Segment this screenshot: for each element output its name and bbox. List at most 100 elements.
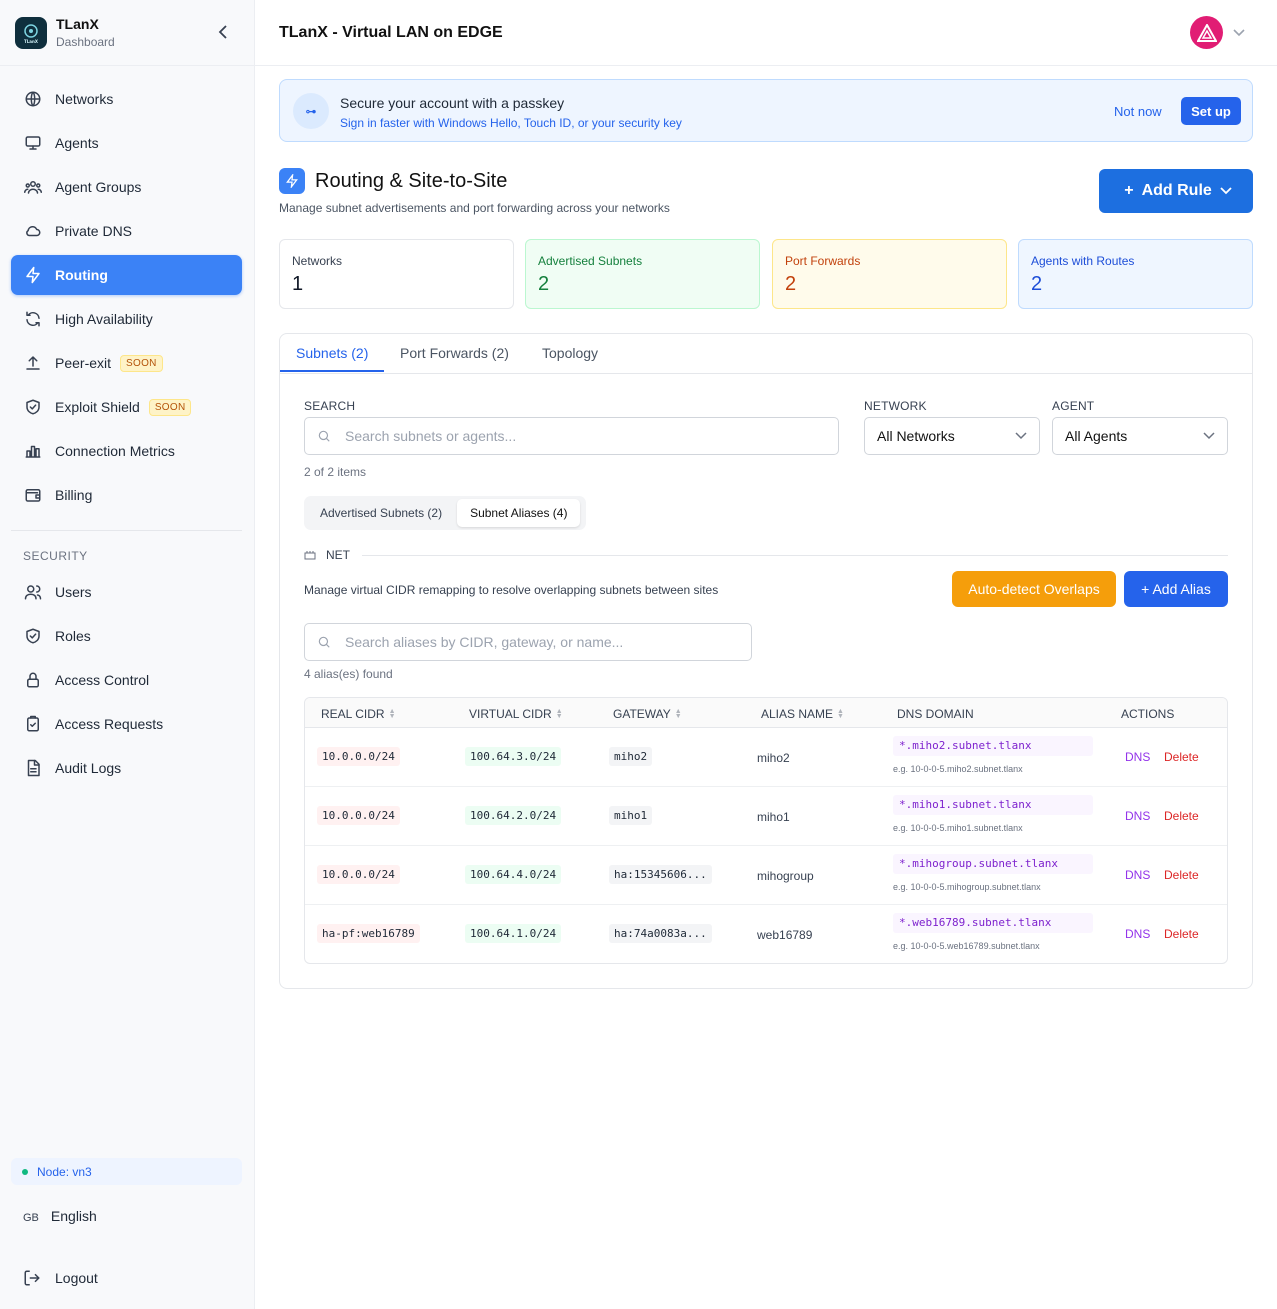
security-nav: Users Roles Access Control Access Requests A…	[11, 572, 242, 792]
dns-action-button[interactable]: DNS	[1125, 750, 1150, 764]
delete-action-button[interactable]: Delete	[1164, 868, 1199, 882]
sidebar-item-label: Audit Logs	[55, 760, 122, 776]
sidebar-item-label: Billing	[55, 487, 93, 503]
sidebar-item-agent-groups[interactable]: Agent Groups	[11, 167, 242, 207]
aliases-found-count: 4 alias(es) found	[304, 667, 393, 681]
sidebar-item-users[interactable]: Users	[11, 572, 242, 612]
agent-select[interactable]: All Agents	[1052, 417, 1228, 455]
auto-detect-overlaps-button[interactable]: Auto-detect Overlaps	[952, 571, 1116, 607]
sidebar-item-access-requests[interactable]: Access Requests	[11, 704, 242, 744]
search-label: SEARCH	[304, 399, 356, 413]
chevron-down-icon[interactable]	[1233, 24, 1245, 40]
monitor-icon	[23, 133, 43, 153]
shield-icon	[23, 626, 43, 646]
sidebar-item-routing[interactable]: Routing	[11, 255, 242, 295]
column-alias-name[interactable]: ALIAS NAME ▲ ▼	[761, 707, 844, 721]
delete-action-button[interactable]: Delete	[1164, 809, 1199, 823]
upload-icon	[23, 353, 43, 373]
sidebar-item-billing[interactable]: Billing	[11, 475, 242, 515]
network-select[interactable]: All Networks	[864, 417, 1040, 455]
passkey-banner: ⊶ Secure your account with a passkey Sig…	[279, 79, 1253, 142]
add-rule-button[interactable]: + Add Rule	[1099, 169, 1253, 213]
users-group-icon	[23, 177, 43, 197]
add-alias-button[interactable]: + Add Alias	[1124, 571, 1228, 607]
column-real-cidr[interactable]: REAL CIDR ▲ ▼	[321, 707, 396, 721]
alias-name: miho2	[757, 751, 790, 765]
sidebar-item-peer-exit[interactable]: Peer-exit SOON	[11, 343, 242, 383]
brand-logo: TLanX	[15, 16, 47, 49]
network-label: NETWORK	[864, 399, 927, 413]
column-gateway[interactable]: GATEWAY ▲ ▼	[613, 707, 682, 721]
sidebar-item-connection-metrics[interactable]: Connection Metrics	[11, 431, 242, 471]
dns-action-button[interactable]: DNS	[1125, 809, 1150, 823]
sidebar-item-access-control[interactable]: Access Control	[11, 660, 242, 700]
agent-select-value: All Agents	[1065, 428, 1128, 444]
sidebar-item-roles[interactable]: Roles	[11, 616, 242, 656]
column-virtual-cidr[interactable]: VIRTUAL CIDR ▲ ▼	[469, 707, 563, 721]
delete-action-button[interactable]: Delete	[1164, 927, 1199, 941]
column-dns-domain: DNS DOMAIN	[897, 707, 974, 721]
not-now-button[interactable]: Not now	[1114, 104, 1162, 119]
setup-button[interactable]: Set up	[1181, 97, 1241, 125]
real-cidr: ha-pf:web16789	[317, 924, 420, 943]
segment-advertised-subnets[interactable]: Advertised Subnets (2)	[307, 499, 455, 527]
tab-port-forwards[interactable]: Port Forwards (2)	[400, 345, 509, 361]
alias-name: mihogroup	[757, 869, 814, 883]
divider	[362, 554, 1228, 556]
sidebar-item-label: Exploit Shield	[55, 399, 140, 415]
dns-example: e.g. 10-0-0-5.miho2.subnet.tlanx	[893, 764, 1023, 774]
logout-icon	[23, 1268, 43, 1288]
tab-subnets[interactable]: Subnets (2)	[296, 345, 368, 361]
sidebar-item-audit-logs[interactable]: Audit Logs	[11, 748, 242, 788]
stat-label: Agents with Routes	[1031, 254, 1135, 268]
plus-icon: +	[1124, 182, 1134, 199]
sidebar-item-networks[interactable]: Networks	[11, 79, 242, 119]
sidebar-item-label: Access Control	[55, 672, 150, 688]
sidebar-item-label: Agent Groups	[55, 179, 142, 195]
sidebar-item-exploit-shield[interactable]: Exploit Shield SOON	[11, 387, 242, 427]
sidebar-item-agents[interactable]: Agents	[11, 123, 242, 163]
table-header: REAL CIDR ▲ ▼ VIRTUAL CIDR ▲ ▼ GATEWAY ▲ ▼ ALI…	[305, 698, 1227, 728]
main-nav: Networks Agents Agent Groups Private DNS Rou…	[11, 79, 242, 519]
logout-button[interactable]: Logout	[23, 1268, 98, 1288]
real-cidr: 10.0.0.0/24	[317, 747, 400, 766]
search-input[interactable]: Search subnets or agents...	[304, 417, 839, 455]
language-selector[interactable]: GB English	[23, 1208, 97, 1224]
add-rule-label: Add Rule	[1141, 182, 1212, 199]
banner-subtitle: Sign in faster with Windows Hello, Touch…	[340, 116, 682, 130]
sidebar-item-high-availability[interactable]: High Availability	[11, 299, 242, 339]
alias-name: web16789	[757, 928, 813, 942]
real-cidr: 10.0.0.0/24	[317, 865, 400, 884]
stat-label: Port Forwards	[785, 254, 861, 268]
subnet-view-toggle: Advertised Subnets (2) Subnet Aliases (4…	[304, 496, 586, 530]
sidebar-item-private-dns[interactable]: Private DNS	[11, 211, 242, 251]
dns-action-button[interactable]: DNS	[1125, 927, 1150, 941]
segment-subnet-aliases[interactable]: Subnet Aliases (4)	[457, 499, 581, 527]
stat-card-networks: Networks 1	[279, 239, 514, 309]
chevron-down-icon	[1015, 432, 1027, 440]
stat-value: 2	[538, 273, 550, 295]
dns-domain: *.miho2.subnet.tlanx	[893, 736, 1093, 756]
dns-example: e.g. 10-0-0-5.miho1.subnet.tlanx	[893, 823, 1023, 833]
language-label: English	[50, 1208, 97, 1224]
net-section-header: NET	[304, 548, 1228, 562]
net-section-label: NET	[326, 548, 350, 562]
dns-action-button[interactable]: DNS	[1125, 868, 1150, 882]
collapse-sidebar-button[interactable]	[213, 22, 233, 42]
alias-search-input[interactable]: Search aliases by CIDR, gateway, or name…	[304, 623, 752, 661]
soon-badge: SOON	[148, 398, 192, 416]
bolt-icon	[23, 265, 43, 285]
sidebar-item-label: Routing	[55, 267, 108, 283]
top-bar: TLanX - Virtual LAN on EDGE	[255, 0, 1277, 66]
user-avatar[interactable]	[1190, 16, 1223, 49]
stat-card-advertised-subnets: Advertised Subnets 2	[525, 239, 760, 309]
page-heading: Routing & Site-to-Site	[315, 170, 508, 192]
bar-chart-icon	[23, 441, 43, 461]
chevron-down-icon	[1220, 187, 1232, 195]
tab-topology[interactable]: Topology	[542, 345, 598, 361]
search-icon	[317, 635, 331, 649]
delete-action-button[interactable]: Delete	[1164, 750, 1199, 764]
table-row: 10.0.0.0/24 100.64.4.0/24 ha:15345606... mi…	[305, 846, 1227, 905]
stat-value: 2	[1031, 273, 1043, 295]
sidebar-item-label: High Availability	[55, 311, 153, 327]
